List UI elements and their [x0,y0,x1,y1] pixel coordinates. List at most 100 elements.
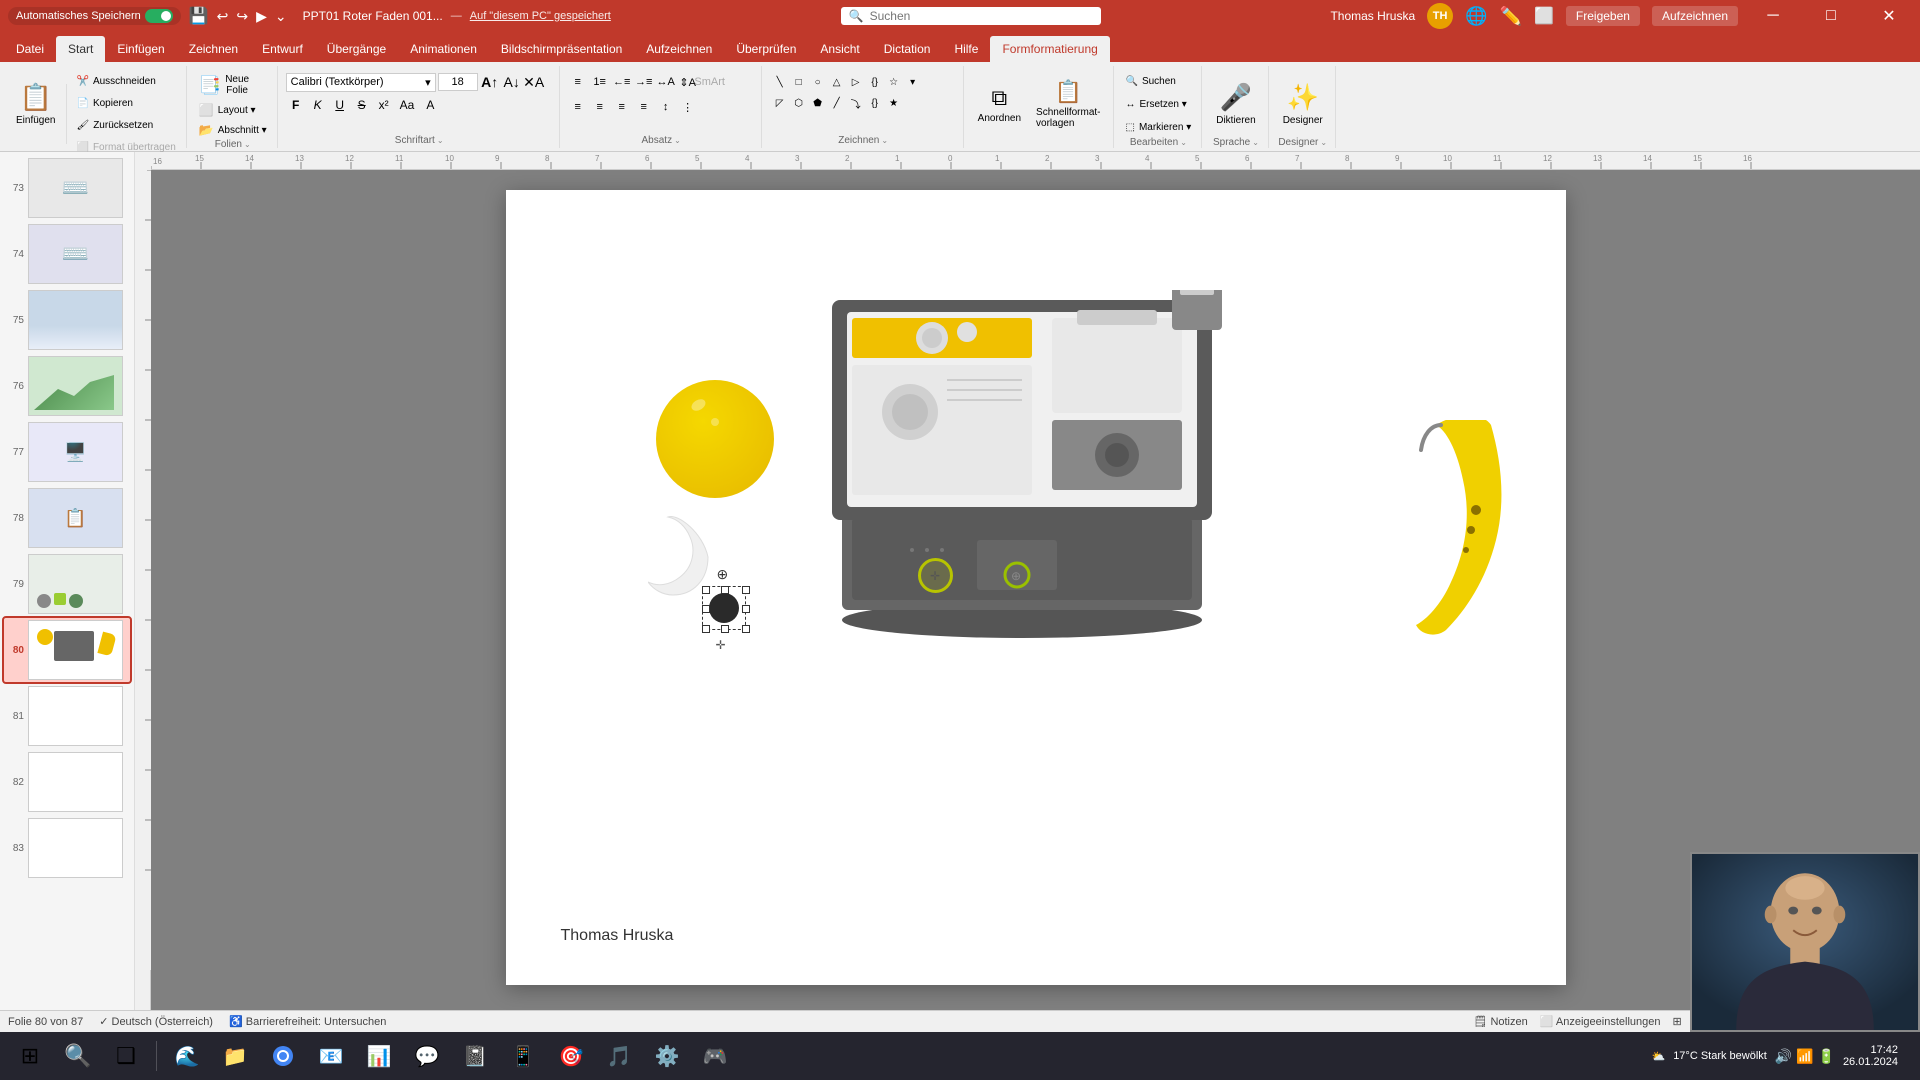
align-right-button[interactable]: ≡ [612,97,632,117]
screen-icon[interactable]: ⬜ [1534,6,1554,26]
shape-2[interactable]: □ [789,72,809,92]
outlook-button[interactable]: 📧 [309,1034,353,1078]
kopieren-button[interactable]: 📄Kopieren [72,93,179,113]
display-settings-button[interactable]: ⬜ Anzeigeeinstellungen [1540,1015,1661,1028]
shape-1[interactable]: ╲ [770,72,790,92]
app-button-1[interactable]: 📱 [501,1034,545,1078]
shape-9[interactable]: ⬡ [789,93,809,113]
indent-more-button[interactable]: →≡ [634,72,654,92]
smartart-button[interactable]: SmArt [700,72,720,92]
align-justify-button[interactable]: ≡ [634,97,654,117]
shape-13[interactable]: {} [865,93,885,113]
powerpoint-taskbar-button[interactable]: 📊 [357,1034,401,1078]
shape-12[interactable]: ⤵ [846,93,866,113]
view-normal-button[interactable]: ⊞ [1672,1015,1681,1028]
tab-aufzeichnen[interactable]: Aufzeichnen [634,36,724,62]
font-name-selector[interactable]: Calibri (Textkörper) ▾ [286,73,436,92]
slide-thumb-78[interactable]: 78 📋 [4,486,130,550]
handle-bl[interactable] [702,625,710,633]
tab-dictation[interactable]: Dictation [872,36,943,62]
sprache-expand[interactable]: ⌄ [1252,138,1259,147]
shadow-button[interactable]: x² [374,97,394,113]
align-center-button[interactable]: ≡ [590,97,610,117]
teams-button[interactable]: 💬 [405,1034,449,1078]
more-icon[interactable]: ⌄ [275,8,287,25]
tab-formformatierung[interactable]: Formformatierung [990,36,1109,62]
shape-7[interactable]: ☆ [884,72,904,92]
tab-hilfe[interactable]: Hilfe [942,36,990,62]
underline-button[interactable]: U [330,97,350,113]
yellow-ball[interactable] [656,380,774,498]
search-taskbar-button[interactable]: 🔍 [56,1034,100,1078]
shape-14[interactable]: ★ [884,93,904,113]
handle-tr[interactable] [742,586,750,594]
designer-expand[interactable]: ⌄ [1320,138,1327,147]
slides-panel[interactable]: 73 ⌨️ 74 ⌨️ 75 [0,152,135,1010]
circle-object[interactable] [709,593,739,623]
neue-folie-button[interactable]: 📑 NeueFolie [195,71,271,99]
slide-thumb-80[interactable]: 80 [4,618,130,682]
folien-expand[interactable]: ⌄ [244,140,251,149]
slide-thumb-76[interactable]: 76 [4,354,130,418]
tab-entwurf[interactable]: Entwurf [250,36,315,62]
zeichnen-expand[interactable]: ⌄ [881,136,888,145]
ausschneiden-button[interactable]: ✂️Ausschneiden [72,71,179,91]
minimize-button[interactable]: ─ [1750,0,1796,32]
onenote-button[interactable]: 📓 [453,1034,497,1078]
close-button[interactable]: ✕ [1866,0,1912,32]
handle-bm[interactable] [721,625,729,633]
slide-thumb-73[interactable]: 73 ⌨️ [4,156,130,220]
textdir-button[interactable]: ↔A [656,72,676,92]
slide-thumb-75[interactable]: 75 [4,288,130,352]
slide-thumb-81[interactable]: 81 [4,684,130,748]
shape-4[interactable]: △ [827,72,847,92]
strikethrough-button[interactable]: S [352,97,372,113]
tab-einfuegen[interactable]: Einfügen [105,36,176,62]
laptop-object[interactable]: ⊕ [822,290,1222,650]
tab-start[interactable]: Start [56,36,105,62]
shape-3[interactable]: ○ [808,72,828,92]
slide-thumb-79[interactable]: 79 [4,552,130,616]
maximize-button[interactable]: □ [1808,0,1854,32]
suchen-button[interactable]: 🔍 Suchen [1122,71,1180,91]
autosave-toggle-switch[interactable] [145,9,173,23]
share-btn[interactable]: Freigeben [1566,6,1640,26]
rotate-handle[interactable]: ⊕ [717,566,729,583]
handle-tm[interactable] [721,586,729,594]
app-button-3[interactable]: 🎵 [597,1034,641,1078]
app-button-2[interactable]: 🎯 [549,1034,593,1078]
indent-less-button[interactable]: ←≡ [612,72,632,92]
absatz-expand[interactable]: ⌄ [674,136,681,145]
designer-button[interactable]: ✨ Designer [1277,71,1329,137]
tab-ansicht[interactable]: Ansicht [808,36,871,62]
handle-ml[interactable] [702,605,710,613]
fontcolor-button[interactable]: A [420,97,440,113]
slide-thumb-83[interactable]: 83 [4,816,130,880]
autosave-toggle[interactable]: Automatisches Speichern [8,7,181,25]
handle-tl[interactable] [702,586,710,594]
columns-button[interactable]: ⋮ [678,97,698,117]
slide-thumb-82[interactable]: 82 [4,750,130,814]
shape-8[interactable]: ◸ [770,93,790,113]
schriftart-expand[interactable]: ⌄ [437,136,444,145]
edge-button[interactable]: 🌊 [165,1034,209,1078]
shapes-more-btn[interactable]: ▾ [903,72,923,92]
shape-6[interactable]: {} [865,72,885,92]
font-size-selector[interactable]: 18 [438,73,478,91]
einfuegen-button[interactable]: 📋 Einfügen [10,71,61,137]
slide-thumb-74[interactable]: 74 ⌨️ [4,222,130,286]
tab-uberprufen[interactable]: Überprüfen [724,36,808,62]
save-location-text[interactable]: Auf "diesem PC" gespeichert [470,10,611,22]
ersetzen-button[interactable]: ↔ Ersetzen ▾ [1122,94,1191,114]
shape-11[interactable]: ╱ [827,93,847,113]
present-icon[interactable]: ▶ [256,8,267,25]
record-btn[interactable]: Aufzeichnen [1652,6,1738,26]
tab-zeichnen[interactable]: Zeichnen [177,36,250,62]
align-left-button[interactable]: ≡ [568,97,588,117]
bold-button[interactable]: F [286,97,306,113]
diktieren-button[interactable]: 🎤 Diktieren [1210,71,1261,137]
notes-button[interactable]: 🗒 Notizen [1473,1015,1527,1028]
linespacing-button[interactable]: ↕ [656,97,676,117]
schnellformat-button[interactable]: 📋 Schnellformat-vorlagen [1030,71,1106,137]
search-bar[interactable]: 🔍 [841,7,1101,25]
